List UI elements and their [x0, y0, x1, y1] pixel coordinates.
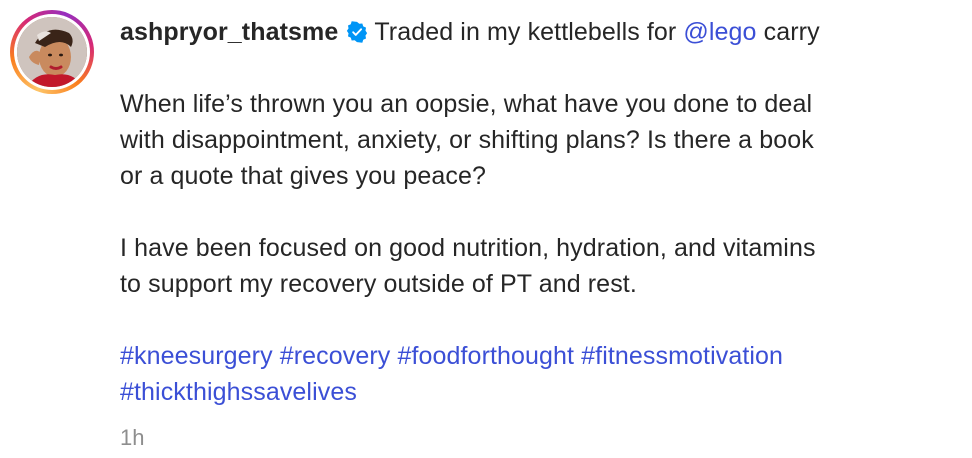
avatar-story-ring[interactable] — [10, 10, 94, 94]
caption-paragraph1-line3: or a quote that gives you peace? — [120, 162, 486, 190]
hashtag-link[interactable]: #kneesurgery — [120, 342, 273, 370]
caption-paragraph1-line2: with disappointment, anxiety, or shiftin… — [120, 126, 814, 154]
instagram-comment-post: ashpryor_thatsme Traded in my kettlebells… — [0, 0, 972, 458]
caption-paragraph1-line1: When life’s thrown you an oopsie, what h… — [120, 90, 813, 118]
username-link[interactable]: ashpryor_thatsme — [120, 18, 338, 46]
caption-header-line: ashpryor_thatsme Traded in my kettlebells… — [120, 14, 950, 50]
avatar-ring-gap — [14, 14, 90, 90]
avatar-portrait-icon — [17, 17, 87, 87]
caption-paragraph2-line2: to support my recovery outside of PT and… — [120, 270, 637, 298]
post-caption: ashpryor_thatsme Traded in my kettlebells… — [120, 14, 950, 410]
hashtag-link[interactable]: #foodforthought — [397, 342, 574, 370]
hashtags-line1: #kneesurgery #recovery #foodforthought #… — [120, 338, 950, 374]
caption-title-prefix: Traded in my kettlebells for — [374, 18, 677, 46]
caption-paragraph2-line1: I have been focused on good nutrition, h… — [120, 234, 816, 262]
verified-badge-icon — [347, 21, 368, 43]
caption-title-suffix: carry — [763, 18, 820, 46]
hashtags-line2: #thickthighssavelives — [120, 374, 950, 410]
avatar[interactable] — [17, 17, 87, 87]
hashtag-link[interactable]: #recovery — [280, 342, 391, 370]
hashtag-link[interactable]: #fitnessmotivation — [581, 342, 783, 370]
hashtag-link[interactable]: #thickthighssavelives — [120, 378, 357, 406]
mention-link[interactable]: @lego — [683, 18, 756, 46]
post-timestamp[interactable]: 1h — [120, 425, 144, 451]
